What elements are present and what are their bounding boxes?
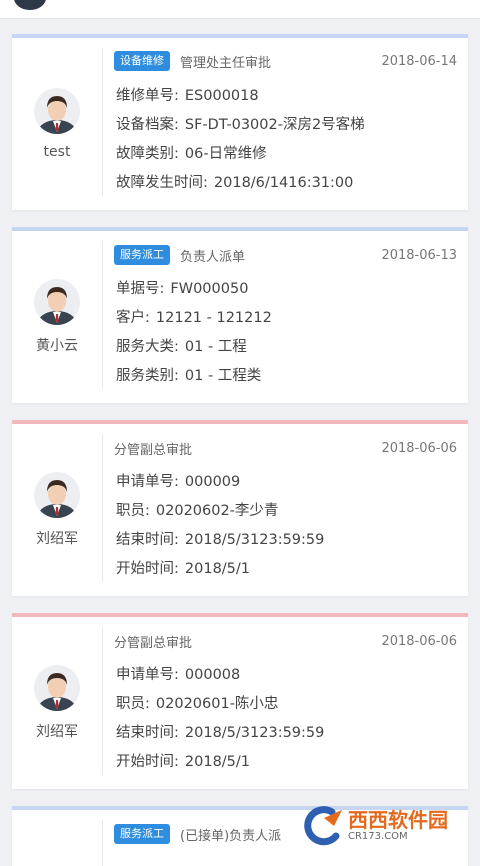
card-details: 维修单号: ES000018 设备档案: SF-DT-03002-深房2号客梯 故障…	[116, 82, 460, 198]
detail-row: 服务类别: 01 - 工程类	[116, 368, 262, 384]
top-bar	[0, 0, 480, 19]
step-title: 负责人派单	[180, 249, 246, 265]
task-card[interactable]: 刘绍军 分管副总审批 2018-06-06 申请单号: 000009 职员: 020…	[12, 420, 468, 596]
card-date: 2018-06-06	[381, 633, 457, 649]
card-user: 黄小云	[12, 231, 102, 403]
user-name: 黄小云	[36, 338, 78, 354]
card-user: 刘绍军	[12, 617, 102, 789]
card-user: 刘绍军	[12, 424, 102, 596]
detail-row: 职员: 02020601-陈小忠	[116, 696, 279, 712]
detail-row: 职员: 02020602-李少青	[116, 503, 279, 519]
card-divider	[102, 48, 103, 196]
detail-row: 维修单号: ES000018	[116, 88, 259, 104]
step-title: 管理处主任审批	[180, 55, 272, 71]
detail-row: 单据号: FW000050	[116, 281, 249, 297]
detail-row: 开始时间: 2018/5/1	[116, 754, 251, 770]
avatar	[34, 88, 80, 134]
card-date: 2018-06-06	[381, 440, 457, 456]
card-date: 2018-06-14	[381, 53, 457, 69]
detail-row: 结束时间: 2018/5/3123:59:59	[116, 725, 325, 741]
person-icon	[38, 96, 76, 134]
card-header: 设备维修 管理处主任审批 2018-06-14	[114, 50, 457, 72]
step-title: 分管副总审批	[114, 442, 193, 458]
person-icon	[38, 480, 76, 518]
card-header: 分管副总审批 2018-06-06	[114, 437, 457, 459]
detail-row: 客户: 12121 - 121212	[116, 310, 272, 326]
type-tag: 设备维修	[114, 51, 170, 71]
card-divider	[102, 627, 103, 775]
card-header: 服务派工 负责人派单 2018-06-13	[114, 244, 457, 266]
detail-row: 故障发生时间: 2018/6/1416:31:00	[116, 175, 354, 191]
task-card[interactable]: test 设备维修 管理处主任审批 2018-06-14 维修单号: ES0000…	[12, 34, 468, 210]
user-name: test	[43, 144, 71, 160]
person-icon	[38, 673, 76, 711]
top-avatar	[14, 0, 46, 10]
watermark: 西西软件园 CR173.COM	[302, 805, 474, 847]
card-divider	[102, 241, 103, 389]
task-card[interactable]: 黄小云 服务派工 负责人派单 2018-06-13 单据号: FW000050 客…	[12, 227, 468, 403]
card-user: test	[12, 38, 102, 210]
detail-row: 故障类别: 06-日常维修	[116, 146, 267, 162]
watermark-logo-icon	[302, 806, 346, 846]
card-date: 2018-06-13	[381, 247, 457, 263]
card-header: 分管副总审批 2018-06-06	[114, 630, 457, 652]
step-title: 分管副总审批	[114, 635, 193, 651]
card-divider	[102, 434, 103, 582]
watermark-text: 西西软件园	[348, 808, 448, 832]
card-details: 申请单号: 000009 职员: 02020602-李少青 结束时间: 2018/5/…	[116, 468, 460, 584]
detail-row: 结束时间: 2018/5/3123:59:59	[116, 532, 325, 548]
person-icon	[38, 287, 76, 325]
avatar	[34, 472, 80, 518]
card-details: 单据号: FW000050 客户: 12121 - 121212 服务大类: 01 -…	[116, 275, 460, 391]
detail-row: 申请单号: 000008	[116, 667, 241, 683]
type-tag: 服务派工	[114, 824, 170, 844]
task-card[interactable]: 刘绍军 分管副总审批 2018-06-06 申请单号: 000008 职员: 020…	[12, 613, 468, 789]
watermark-url: CR173.COM	[348, 831, 408, 842]
card-details: 申请单号: 000008 职员: 02020601-陈小忠 结束时间: 2018/5/…	[116, 661, 460, 777]
avatar	[34, 665, 80, 711]
type-tag: 服务派工	[114, 245, 170, 265]
detail-row: 服务大类: 01 - 工程	[116, 339, 247, 355]
user-name: 刘绍军	[36, 724, 78, 740]
card-divider	[102, 820, 103, 866]
user-name: 刘绍军	[36, 531, 78, 547]
detail-row: 设备档案: SF-DT-03002-深房2号客梯	[116, 117, 365, 133]
detail-row: 申请单号: 000009	[116, 474, 241, 490]
avatar	[34, 279, 80, 325]
detail-row: 开始时间: 2018/5/1	[116, 561, 251, 577]
